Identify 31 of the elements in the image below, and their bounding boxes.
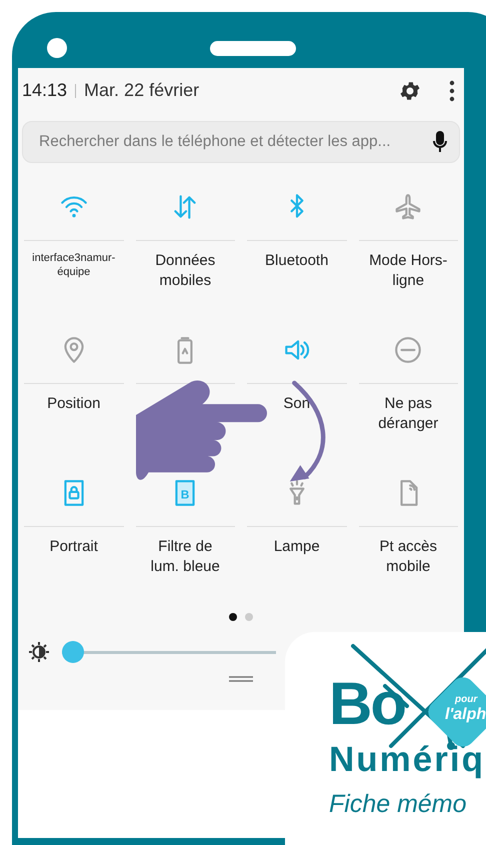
badge-text: l'alph [445, 706, 486, 724]
search-field[interactable]: Rechercher dans le téléphone et détecter les app... [39, 133, 433, 151]
drag-handle-icon[interactable] [229, 676, 253, 682]
tile-label: Lampe [274, 537, 320, 557]
search-bar[interactable]: Rechercher dans le téléphone et détecter les app... [22, 121, 460, 163]
tile-label: Bluetooth [265, 251, 328, 271]
clock: 14:13 [22, 80, 68, 101]
tile-label: Portrait [50, 537, 98, 557]
tile-label: Ne pas déranger [377, 394, 440, 434]
camera-dot [47, 38, 67, 58]
tile-label: Son [283, 394, 310, 414]
tile-label: Données mobiles [154, 251, 216, 291]
logo-caption: Fiche mémo [329, 792, 467, 817]
date: Mar. 22 février [84, 80, 200, 101]
airplane-icon[interactable] [393, 192, 424, 222]
badge-text: pour [455, 694, 478, 705]
brightness-icon [28, 641, 50, 663]
page-indicator-dot[interactable] [229, 613, 237, 621]
more-options-icon[interactable] [448, 80, 456, 102]
tile-label: Filtre de lum. bleue [150, 537, 221, 577]
page-indicator-dot[interactable] [245, 613, 253, 621]
logo-subtitle: Numériq [329, 742, 485, 777]
tile-label: Pt accès mobile [378, 537, 438, 577]
logo-title: Bo [329, 674, 405, 734]
tile-label: interface3namur-équipe [31, 251, 116, 279]
slider-thumb[interactable] [62, 641, 84, 663]
tile-label: Position [47, 394, 100, 414]
tile-label: Mode Hors-ligne [368, 251, 448, 291]
icon-letter: B [181, 488, 190, 501]
microphone-icon[interactable] [433, 130, 447, 154]
minus-circle-icon[interactable] [393, 334, 424, 364]
